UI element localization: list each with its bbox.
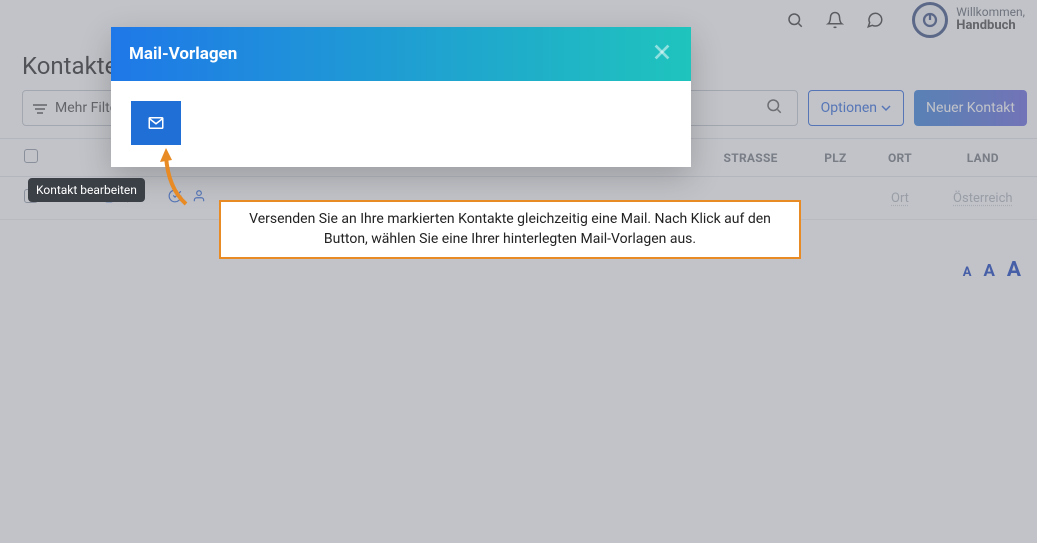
modal-header: Mail-Vorlagen (111, 27, 691, 81)
annotation-tooltip: Versenden Sie an Ihre markierten Kontakt… (219, 200, 801, 259)
modal-title: Mail-Vorlagen (129, 44, 237, 64)
close-icon[interactable] (651, 41, 673, 67)
modal-body (111, 81, 691, 167)
edit-contact-tooltip: Kontakt bearbeiten (28, 178, 145, 202)
send-mail-button[interactable] (131, 101, 181, 145)
mail-templates-modal: Mail-Vorlagen (111, 27, 691, 167)
